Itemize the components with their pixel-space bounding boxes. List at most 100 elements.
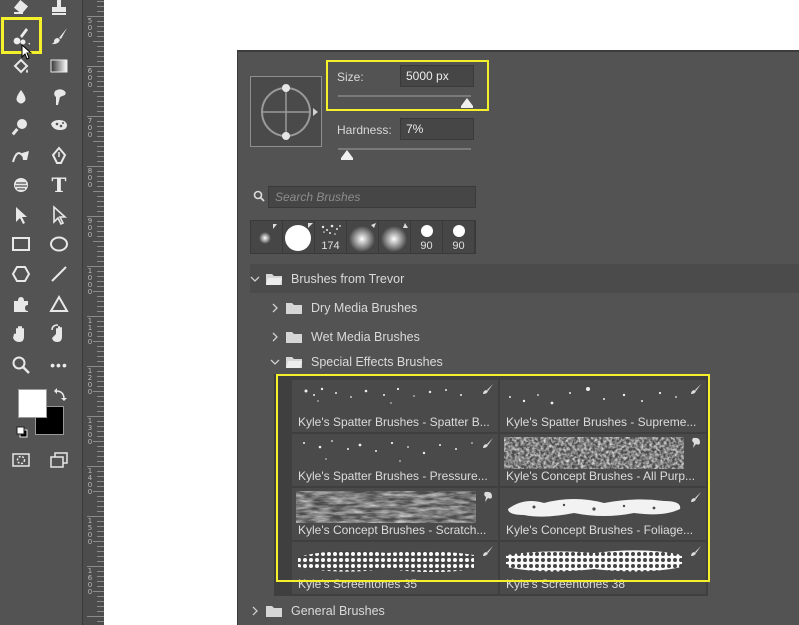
ruler-tick (97, 306, 104, 307)
ruler-tick (97, 161, 104, 162)
ruler-tick (97, 6, 104, 7)
size-highlight (326, 60, 489, 111)
screen-mode-icon[interactable] (46, 448, 72, 472)
brush-tip-preview[interactable] (250, 76, 322, 147)
search-brushes-input[interactable]: Search Brushes (268, 186, 476, 208)
folder-icon (286, 302, 302, 314)
ruler-tick (97, 1, 104, 2)
ruler-tick (97, 46, 104, 47)
ellipse-icon[interactable] (46, 232, 72, 256)
recent-brush[interactable] (379, 221, 411, 253)
ruler-tick (93, 541, 104, 542)
ruler-tick (97, 311, 104, 312)
ruler-tick (97, 51, 104, 52)
ruler-tick (97, 296, 104, 297)
curvature-pen-icon[interactable] (8, 144, 34, 168)
ruler-label: 1300 (87, 417, 93, 446)
recent-brush[interactable] (347, 221, 379, 253)
zoom-icon[interactable] (8, 353, 34, 377)
chevron-down-icon[interactable] (270, 357, 280, 367)
ruler-label: 1600 (87, 567, 93, 596)
folder-open-icon (286, 357, 302, 368)
brush-icon[interactable] (46, 24, 72, 48)
ruler-tick (97, 206, 104, 207)
dodge-icon[interactable] (8, 114, 34, 138)
direct-selection-icon[interactable] (46, 203, 72, 227)
ruler-tick (97, 596, 104, 597)
ruler-tick (93, 441, 104, 442)
ruler-tick (97, 331, 104, 332)
ruler-tick (97, 11, 104, 12)
hardness-slider-track[interactable] (338, 148, 471, 150)
ruler-tick (97, 451, 104, 452)
quick-mask-icon[interactable] (8, 448, 34, 472)
brush-group-special-effects[interactable]: Special Effects Brushes (270, 351, 799, 373)
line-icon[interactable] (46, 262, 72, 286)
ruler-label: 1500 (87, 517, 93, 546)
hardness-value-field[interactable]: 7% (400, 118, 474, 140)
recent-brush[interactable]: 174 (315, 221, 347, 253)
hand-icon[interactable] (8, 322, 34, 346)
ruler-tick (97, 246, 104, 247)
chevron-right-icon[interactable] (270, 332, 280, 342)
ruler-tick (97, 76, 104, 77)
ruler-tick (97, 526, 104, 527)
ruler-tick (97, 21, 104, 22)
recent-brushes-strip: 174 90 90 (250, 220, 476, 254)
ruler-tick (97, 96, 104, 97)
recent-brush[interactable] (283, 221, 315, 253)
ruler-label: 500 (87, 17, 93, 39)
3d-material-icon[interactable] (8, 173, 34, 197)
gradient-icon[interactable] (46, 54, 72, 78)
ruler-tick (93, 41, 104, 42)
ruler-tick (97, 281, 104, 282)
type-icon[interactable]: T (46, 173, 72, 197)
ruler-tick (97, 31, 104, 32)
brush-group-general[interactable]: General Brushes (250, 596, 799, 625)
ruler-tick (97, 601, 104, 602)
recent-brush[interactable]: 90 (443, 221, 475, 253)
ruler-tick (93, 141, 104, 142)
vertical-ruler: 500 600 700 800 900 1000 1100 1200 1300 1400 1500 1… (82, 0, 104, 625)
chevron-down-icon[interactable] (250, 274, 260, 284)
recent-brush[interactable] (251, 221, 283, 253)
brush-group-dry-media[interactable]: Dry Media Brushes (270, 293, 799, 322)
swap-colors-icon[interactable] (53, 388, 67, 402)
recent-brush[interactable]: 90 (411, 221, 443, 253)
brush-group-wet-media[interactable]: Wet Media Brushes (270, 322, 799, 351)
ruler-tick (97, 371, 104, 372)
rectangle-icon[interactable] (8, 232, 34, 256)
path-selection-icon[interactable] (8, 203, 34, 227)
rotate-view-icon[interactable] (46, 322, 72, 346)
triangle-icon[interactable] (46, 292, 72, 316)
brush-group-root[interactable]: Brushes from Trevor (250, 264, 799, 293)
ruler-tick (97, 426, 104, 427)
ruler-tick (97, 126, 104, 127)
ruler-tick (97, 486, 104, 487)
smudge-icon[interactable] (46, 85, 72, 109)
ruler-tick (97, 571, 104, 572)
ruler-tick (97, 111, 104, 112)
hexagon-icon[interactable] (8, 262, 34, 286)
hardness-slider-thumb[interactable] (341, 150, 354, 158)
ruler-tick (97, 576, 104, 577)
sponge-icon[interactable] (46, 114, 72, 138)
pen-icon[interactable] (46, 144, 72, 168)
chevron-right-icon[interactable] (270, 303, 280, 313)
ruler-tick (97, 346, 104, 347)
blur-icon[interactable] (8, 85, 34, 109)
ruler-tick (97, 301, 104, 302)
ruler-tick (97, 211, 104, 212)
folder-open-icon (266, 273, 282, 285)
more-tools-icon[interactable]: ••• (46, 353, 72, 377)
foreground-color-swatch[interactable] (18, 389, 47, 418)
ruler-label: 900 (87, 217, 93, 239)
ruler-tick (97, 546, 104, 547)
stamp-icon[interactable] (46, 0, 72, 20)
puzzle-shape-icon[interactable] (8, 292, 34, 316)
ruler-tick (97, 61, 104, 62)
ruler-tick (93, 591, 104, 592)
chevron-right-icon[interactable] (250, 606, 260, 616)
default-colors-icon[interactable] (16, 425, 28, 438)
brush-grid-highlight (276, 374, 710, 582)
